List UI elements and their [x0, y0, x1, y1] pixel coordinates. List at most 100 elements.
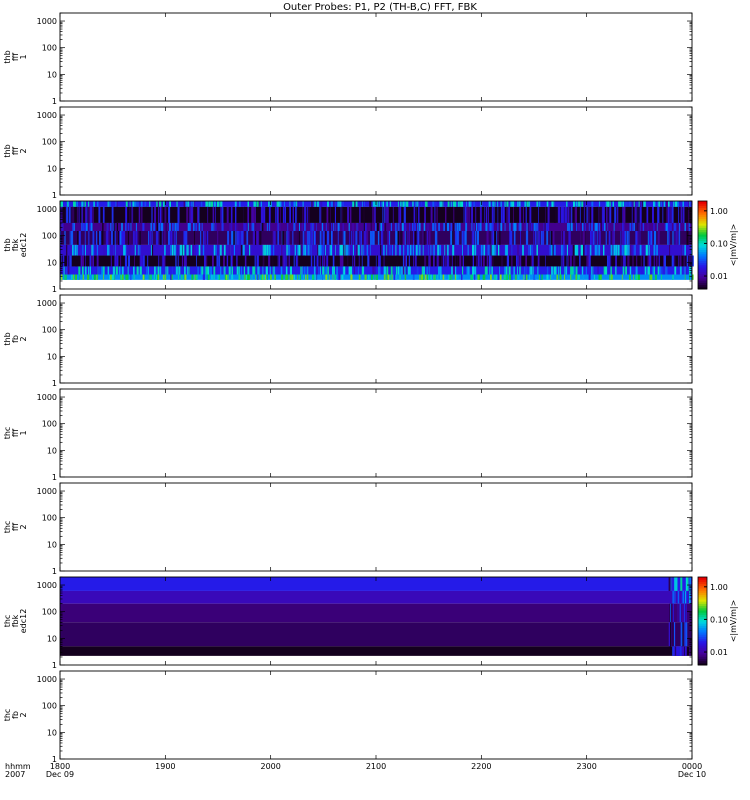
band-stripe	[462, 266, 464, 275]
band-stripe	[645, 244, 648, 256]
band-stripe	[458, 201, 460, 207]
band-stripe	[594, 222, 596, 231]
band-stripe	[639, 230, 641, 245]
band-stripe	[226, 274, 227, 280]
band-stripe	[157, 266, 160, 275]
band-stripe	[125, 274, 127, 280]
band-stripe	[473, 230, 475, 245]
band-stripe	[404, 274, 407, 280]
band-stripe	[75, 255, 77, 267]
band-stripe	[564, 274, 565, 280]
band-stripe	[159, 230, 162, 245]
band-stripe	[667, 230, 669, 245]
band-stripe	[251, 206, 253, 223]
band-stripe	[517, 274, 520, 280]
band-stripe	[530, 255, 532, 267]
band-stripe	[184, 274, 187, 280]
band-stripe	[385, 206, 387, 223]
band-stripe	[276, 201, 279, 207]
band-stripe	[243, 255, 245, 267]
band-stripe	[175, 255, 177, 267]
band-stripe	[453, 206, 455, 223]
band-stripe	[522, 244, 524, 256]
band-stripe	[145, 206, 147, 223]
band-stripe	[332, 255, 334, 267]
band-stripe	[606, 206, 608, 223]
band-stripe	[201, 222, 203, 231]
band-stripe	[655, 274, 657, 280]
band-stripe	[162, 255, 164, 267]
band-stripe	[578, 201, 580, 207]
band-stripe	[409, 266, 411, 275]
spectrogram	[60, 201, 694, 280]
band-stripe	[653, 255, 655, 267]
band-stripe	[653, 222, 655, 231]
band-stripe	[573, 201, 575, 207]
band-stripe	[420, 274, 423, 280]
band-stripe	[329, 222, 331, 231]
band-stripe	[218, 255, 221, 267]
band-stripe	[581, 244, 583, 256]
band-stripe	[395, 274, 397, 280]
band-stripe	[550, 266, 552, 275]
band-stripe	[677, 590, 680, 604]
band-stripe	[129, 206, 131, 223]
band-stripe	[489, 266, 491, 275]
panel-frame	[59, 482, 693, 572]
band-stripe	[370, 230, 373, 245]
band-stripe	[674, 577, 675, 591]
band-stripe	[424, 206, 426, 223]
band-stripe	[426, 230, 429, 245]
band-stripe	[675, 222, 677, 231]
band-stripe	[388, 255, 391, 267]
x-tick-label: 2000	[260, 762, 280, 771]
band-stripe	[528, 244, 531, 256]
band-stripe	[622, 266, 625, 275]
band-stripe	[455, 230, 457, 245]
band-stripe	[99, 230, 101, 245]
band-stripe	[568, 201, 571, 207]
band-stripe	[189, 206, 192, 223]
panel-thb-fff-2: 1 10 100 1000 thbfff2	[3, 106, 693, 200]
band-stripe	[400, 266, 402, 275]
band-stripe	[247, 222, 249, 231]
band-stripe	[384, 222, 387, 231]
band-stripe	[350, 255, 352, 267]
band-stripe	[646, 206, 649, 223]
band-stripe	[381, 230, 383, 245]
band-stripe	[649, 274, 651, 280]
band-stripe	[403, 244, 405, 256]
y-tick-label: 100	[42, 702, 57, 711]
band-stripe	[66, 244, 68, 256]
band-stripe	[599, 206, 601, 223]
band-stripe	[319, 244, 321, 256]
band-stripe	[93, 274, 96, 280]
band-stripe	[280, 266, 283, 275]
band-stripe	[399, 244, 401, 256]
band-stripe	[124, 255, 128, 267]
band-stripe	[260, 274, 263, 280]
band-stripe	[236, 255, 238, 267]
band-stripe	[106, 230, 109, 245]
band-stripe	[621, 274, 623, 280]
band-stripe	[566, 255, 568, 267]
band-stripe	[359, 230, 361, 245]
band-stripe	[656, 244, 658, 256]
band-stripe	[362, 266, 364, 275]
colorbar-tick-label: 0.01	[710, 272, 728, 281]
band-stripe	[528, 201, 531, 207]
band-stripe	[579, 255, 581, 267]
band-stripe	[628, 201, 631, 207]
band-stripe	[674, 230, 676, 245]
band-stripe	[383, 244, 385, 256]
band-stripe	[417, 222, 418, 231]
y-tick-label: 1000	[37, 111, 57, 120]
band-stripe	[603, 266, 605, 275]
panel-thc-fff-2: 1 10 100 1000 thcfff2	[3, 482, 693, 576]
band-stripe	[605, 230, 607, 245]
panel-thc-fb-2: 1101001000thcfb2	[3, 670, 693, 764]
band-stripe	[198, 222, 201, 231]
band-stripe	[685, 603, 687, 623]
band-stripe	[434, 230, 437, 245]
band-stripe	[269, 266, 271, 275]
